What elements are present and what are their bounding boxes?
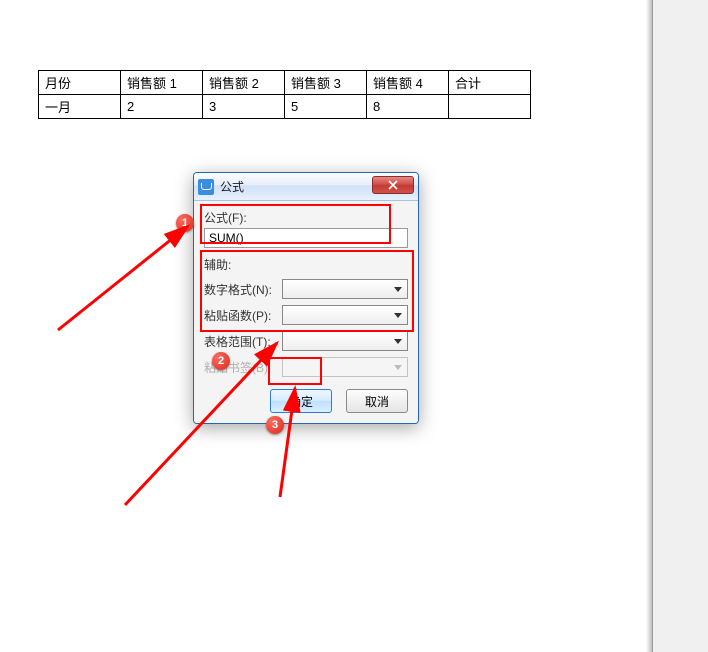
dialog-titlebar[interactable]: 公式 xyxy=(194,173,418,201)
close-button[interactable] xyxy=(372,176,414,194)
arrow-1 xyxy=(50,220,200,340)
paste-function-label: 粘贴函数(P): xyxy=(204,307,282,324)
cell: 合计 xyxy=(449,71,531,95)
cell: 一月 xyxy=(39,95,121,119)
formula-dialog: 公式 公式(F): 辅助: 数字格式(N): 粘贴函数(P): 表格范围(T): xyxy=(193,172,419,424)
cell: 3 xyxy=(203,95,285,119)
cell: 销售额 4 xyxy=(367,71,449,95)
table-row: 一月 2 3 5 8 xyxy=(39,95,531,119)
callout-3: 3 xyxy=(266,416,284,434)
paste-function-combo[interactable] xyxy=(282,305,408,325)
callout-1: 1 xyxy=(176,214,194,232)
formula-input[interactable] xyxy=(204,228,408,248)
cell: 8 xyxy=(367,95,449,119)
dialog-title: 公式 xyxy=(220,178,244,195)
formula-label: 公式(F): xyxy=(204,209,408,226)
ok-button[interactable]: 确定 xyxy=(270,389,332,413)
table-row: 月份 销售额 1 销售额 2 销售额 3 销售额 4 合计 xyxy=(39,71,531,95)
cell: 销售额 2 xyxy=(203,71,285,95)
app-icon xyxy=(198,179,214,195)
table-range-combo[interactable] xyxy=(282,331,408,351)
data-table: 月份 销售额 1 销售额 2 销售额 3 销售额 4 合计 一月 2 3 5 8 xyxy=(38,70,531,119)
cell: 2 xyxy=(121,95,203,119)
paste-bookmark-combo xyxy=(282,357,408,377)
cell: 销售额 3 xyxy=(285,71,367,95)
close-icon xyxy=(388,180,398,190)
cell xyxy=(449,95,531,119)
page-right-margin xyxy=(652,0,708,652)
number-format-combo[interactable] xyxy=(282,279,408,299)
callout-2: 2 xyxy=(212,352,230,370)
cancel-button[interactable]: 取消 xyxy=(346,389,408,413)
cell: 销售额 1 xyxy=(121,71,203,95)
cell: 月份 xyxy=(39,71,121,95)
table-range-label: 表格范围(T): xyxy=(204,333,282,350)
assist-label: 辅助: xyxy=(204,256,408,273)
dialog-body: 公式(F): 辅助: 数字格式(N): 粘贴函数(P): 表格范围(T): 粘贴… xyxy=(194,201,418,423)
cell: 5 xyxy=(285,95,367,119)
number-format-label: 数字格式(N): xyxy=(204,281,282,298)
